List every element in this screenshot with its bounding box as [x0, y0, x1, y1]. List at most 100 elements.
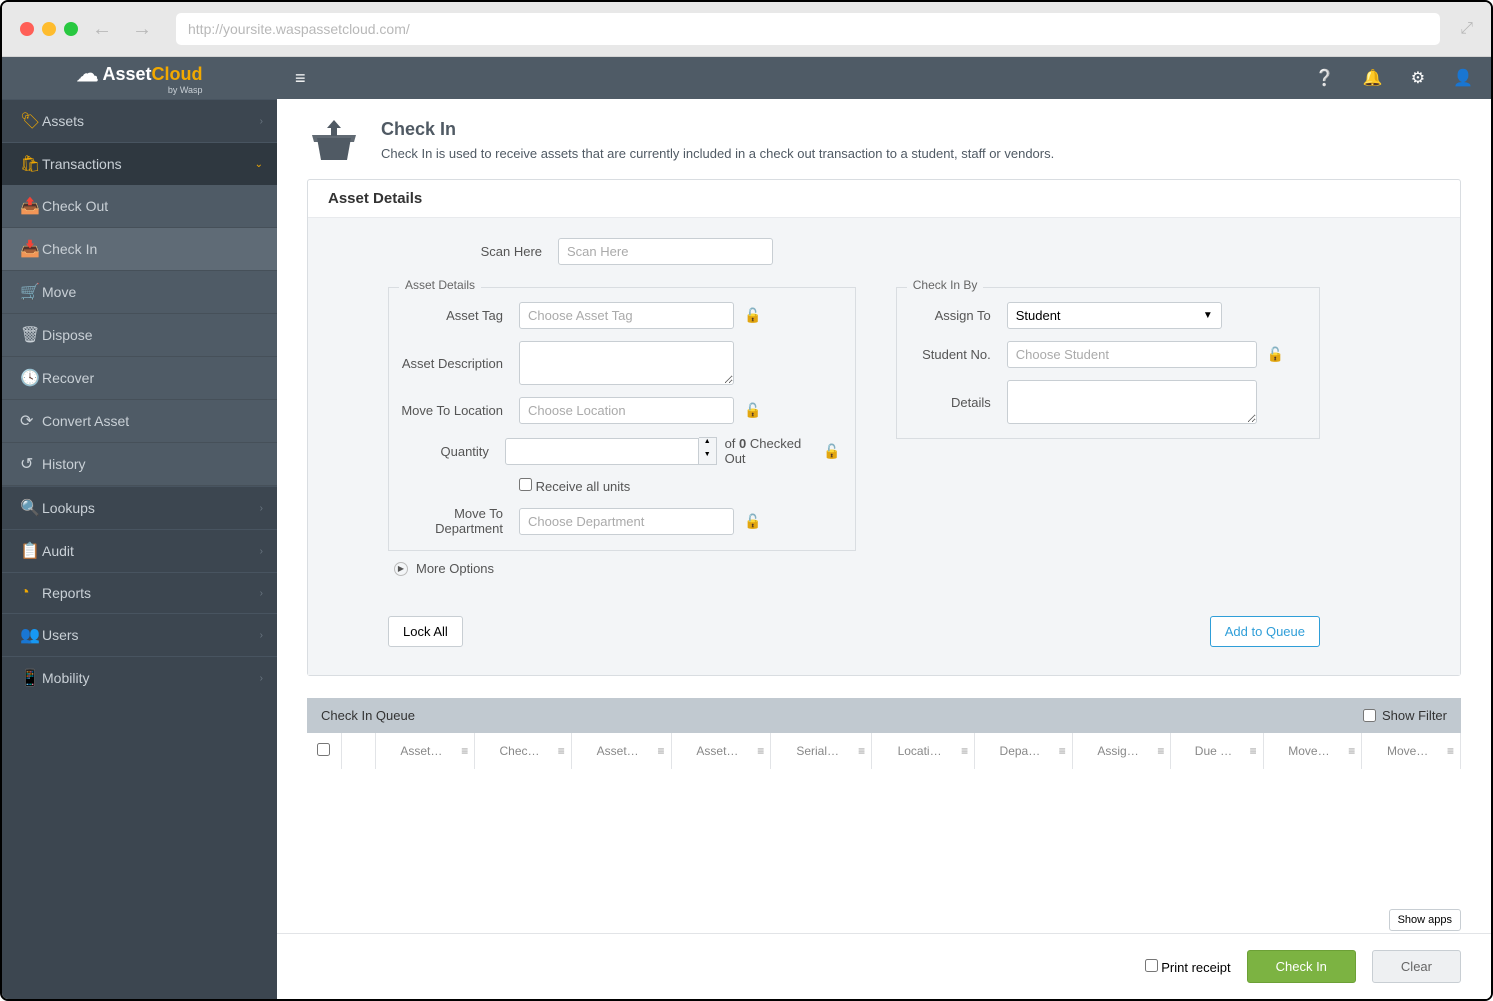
- asset-legend: Asset Details: [399, 278, 481, 292]
- asset-fieldset: Asset Details Asset Tag 🔓 Asset Descript…: [388, 287, 856, 551]
- asset-tag-input[interactable]: [519, 302, 734, 329]
- column-menu-icon[interactable]: ≡: [1250, 744, 1257, 758]
- move-loc-label: Move To Location: [389, 403, 519, 418]
- history-icon: ↺: [20, 454, 42, 474]
- help-icon[interactable]: ❔: [1315, 68, 1335, 88]
- queue-table: Asset… ≡Chec… ≡Asset… ≡Asset… ≡Serial… ≡…: [307, 733, 1461, 829]
- lock-icon[interactable]: 🔓: [744, 307, 761, 324]
- nav-checkout[interactable]: 📤Check Out: [2, 185, 277, 228]
- column-menu-icon[interactable]: ≡: [858, 744, 865, 758]
- show-apps-button[interactable]: Show apps: [1389, 909, 1461, 931]
- recover-icon: 🕓: [20, 368, 42, 388]
- queue-col-header[interactable]: Locati… ≡: [872, 733, 975, 769]
- expand-icon[interactable]: ⤢: [1460, 20, 1473, 38]
- more-options-toggle[interactable]: ▶ More Options: [394, 561, 856, 576]
- move-loc-input[interactable]: [519, 397, 734, 424]
- show-filter-toggle[interactable]: Show Filter: [1363, 708, 1447, 723]
- nav-checkin[interactable]: 📥Check In: [2, 228, 277, 271]
- cloud-icon: ☁: [76, 61, 98, 87]
- print-receipt-toggle[interactable]: Print receipt: [1145, 959, 1231, 975]
- add-to-queue-button[interactable]: Add to Queue: [1210, 616, 1320, 647]
- column-menu-icon[interactable]: ≡: [1157, 744, 1164, 758]
- queue-col-header[interactable]: Assig… ≡: [1072, 733, 1171, 769]
- column-menu-icon[interactable]: ≡: [1447, 744, 1454, 758]
- print-receipt-checkbox[interactable]: [1145, 959, 1158, 972]
- forward-icon[interactable]: →: [126, 18, 158, 41]
- user-icon[interactable]: 👤: [1453, 68, 1473, 88]
- lock-icon[interactable]: 🔓: [744, 402, 761, 419]
- gear-icon[interactable]: ⚙: [1411, 68, 1425, 88]
- details-input[interactable]: [1007, 380, 1257, 424]
- queue-col-header[interactable]: Asset… ≡: [375, 733, 475, 769]
- column-menu-icon[interactable]: ≡: [757, 744, 764, 758]
- page-desc: Check In is used to receive assets that …: [381, 146, 1054, 161]
- asset-desc-input[interactable]: [519, 341, 734, 385]
- nav-dispose[interactable]: 🗑Dispose: [2, 314, 277, 357]
- scan-label: Scan Here: [428, 244, 558, 259]
- queue-col-header[interactable]: Depa… ≡: [975, 733, 1073, 769]
- asset-tag-label: Asset Tag: [389, 308, 519, 323]
- queue-col-header[interactable]: Asset… ≡: [571, 733, 671, 769]
- queue-col-header[interactable]: Chec… ≡: [475, 733, 572, 769]
- move-icon: 🛒: [20, 282, 42, 302]
- column-menu-icon[interactable]: ≡: [1348, 744, 1355, 758]
- column-menu-icon[interactable]: ≡: [961, 744, 968, 758]
- nav-move[interactable]: 🛒Move: [2, 271, 277, 314]
- search-icon: 🔍: [20, 498, 42, 518]
- lock-all-button[interactable]: Lock All: [388, 616, 463, 647]
- queue-col-header[interactable]: Asset… ≡: [671, 733, 771, 769]
- assign-to-select[interactable]: Student▼: [1007, 302, 1222, 329]
- lock-icon[interactable]: 🔓: [744, 513, 761, 530]
- show-filter-checkbox[interactable]: [1363, 709, 1376, 722]
- column-menu-icon[interactable]: ≡: [461, 744, 468, 758]
- move-dept-input[interactable]: [519, 508, 734, 535]
- tag-icon: 🏷: [20, 111, 42, 131]
- nav-history[interactable]: ↺History: [2, 443, 277, 486]
- checkinby-fieldset: Check In By Assign To Student▼ Student: [896, 287, 1320, 439]
- mobility-icon: 📱: [20, 668, 42, 688]
- scan-input[interactable]: [558, 238, 773, 265]
- nav-convert[interactable]: ⟳Convert Asset: [2, 400, 277, 443]
- student-no-input[interactable]: [1007, 341, 1257, 368]
- lock-icon[interactable]: 🔓: [1267, 346, 1284, 363]
- column-menu-icon[interactable]: ≡: [658, 744, 665, 758]
- caret-down-icon: ▼: [1203, 310, 1213, 321]
- queue-panel: Check In Queue Show Filter Asset… ≡Chec……: [307, 698, 1461, 829]
- nav-users[interactable]: 👥Users›: [2, 613, 277, 656]
- users-icon: 👥: [20, 625, 42, 645]
- nav-reports[interactable]: ◔Reports›: [2, 572, 277, 613]
- mac-min-icon[interactable]: [42, 22, 56, 36]
- queue-col-header[interactable]: Serial… ≡: [771, 733, 872, 769]
- receive-all-label[interactable]: Receive all units: [519, 478, 646, 494]
- chevron-right-icon: ›: [260, 116, 263, 127]
- select-all-checkbox[interactable]: [317, 743, 330, 756]
- page-title: Check In: [381, 119, 1054, 140]
- lock-icon[interactable]: 🔓: [823, 443, 840, 460]
- column-menu-icon[interactable]: ≡: [558, 744, 565, 758]
- nav-transactions[interactable]: 🛍 Transactions⌄: [2, 142, 277, 185]
- queue-col-header[interactable]: Move… ≡: [1263, 733, 1362, 769]
- checkin-button[interactable]: Check In: [1247, 950, 1356, 983]
- qty-label: Quantity: [389, 444, 505, 459]
- nav-recover[interactable]: 🕓Recover: [2, 357, 277, 400]
- transactions-submenu: 📤Check Out 📥Check In 🛒Move 🗑Dispose 🕓Rec…: [2, 185, 277, 486]
- qty-input[interactable]: [505, 438, 699, 465]
- nav-audit[interactable]: 📋Audit›: [2, 529, 277, 572]
- queue-col-header[interactable]: Move… ≡: [1362, 733, 1461, 769]
- back-icon[interactable]: ←: [86, 18, 118, 41]
- column-menu-icon[interactable]: ≡: [1059, 744, 1066, 758]
- hamburger-icon[interactable]: ≡: [295, 68, 306, 89]
- mac-max-icon[interactable]: [64, 22, 78, 36]
- qty-spinner[interactable]: ▲▼: [699, 437, 717, 465]
- bell-icon[interactable]: 🔔: [1363, 68, 1383, 88]
- panel-heading: Asset Details: [308, 180, 1460, 218]
- nav-assets[interactable]: 🏷 Assets›: [2, 99, 277, 142]
- receive-all-checkbox[interactable]: [519, 478, 532, 491]
- url-bar[interactable]: http://yoursite.waspassetcloud.com/: [176, 13, 1440, 45]
- clear-button[interactable]: Clear: [1372, 950, 1461, 983]
- queue-col-header[interactable]: Due … ≡: [1171, 733, 1263, 769]
- nav-lookups[interactable]: 🔍Lookups›: [2, 486, 277, 529]
- transactions-icon: 🛍: [20, 154, 42, 174]
- mac-close-icon[interactable]: [20, 22, 34, 36]
- nav-mobility[interactable]: 📱Mobility›: [2, 656, 277, 699]
